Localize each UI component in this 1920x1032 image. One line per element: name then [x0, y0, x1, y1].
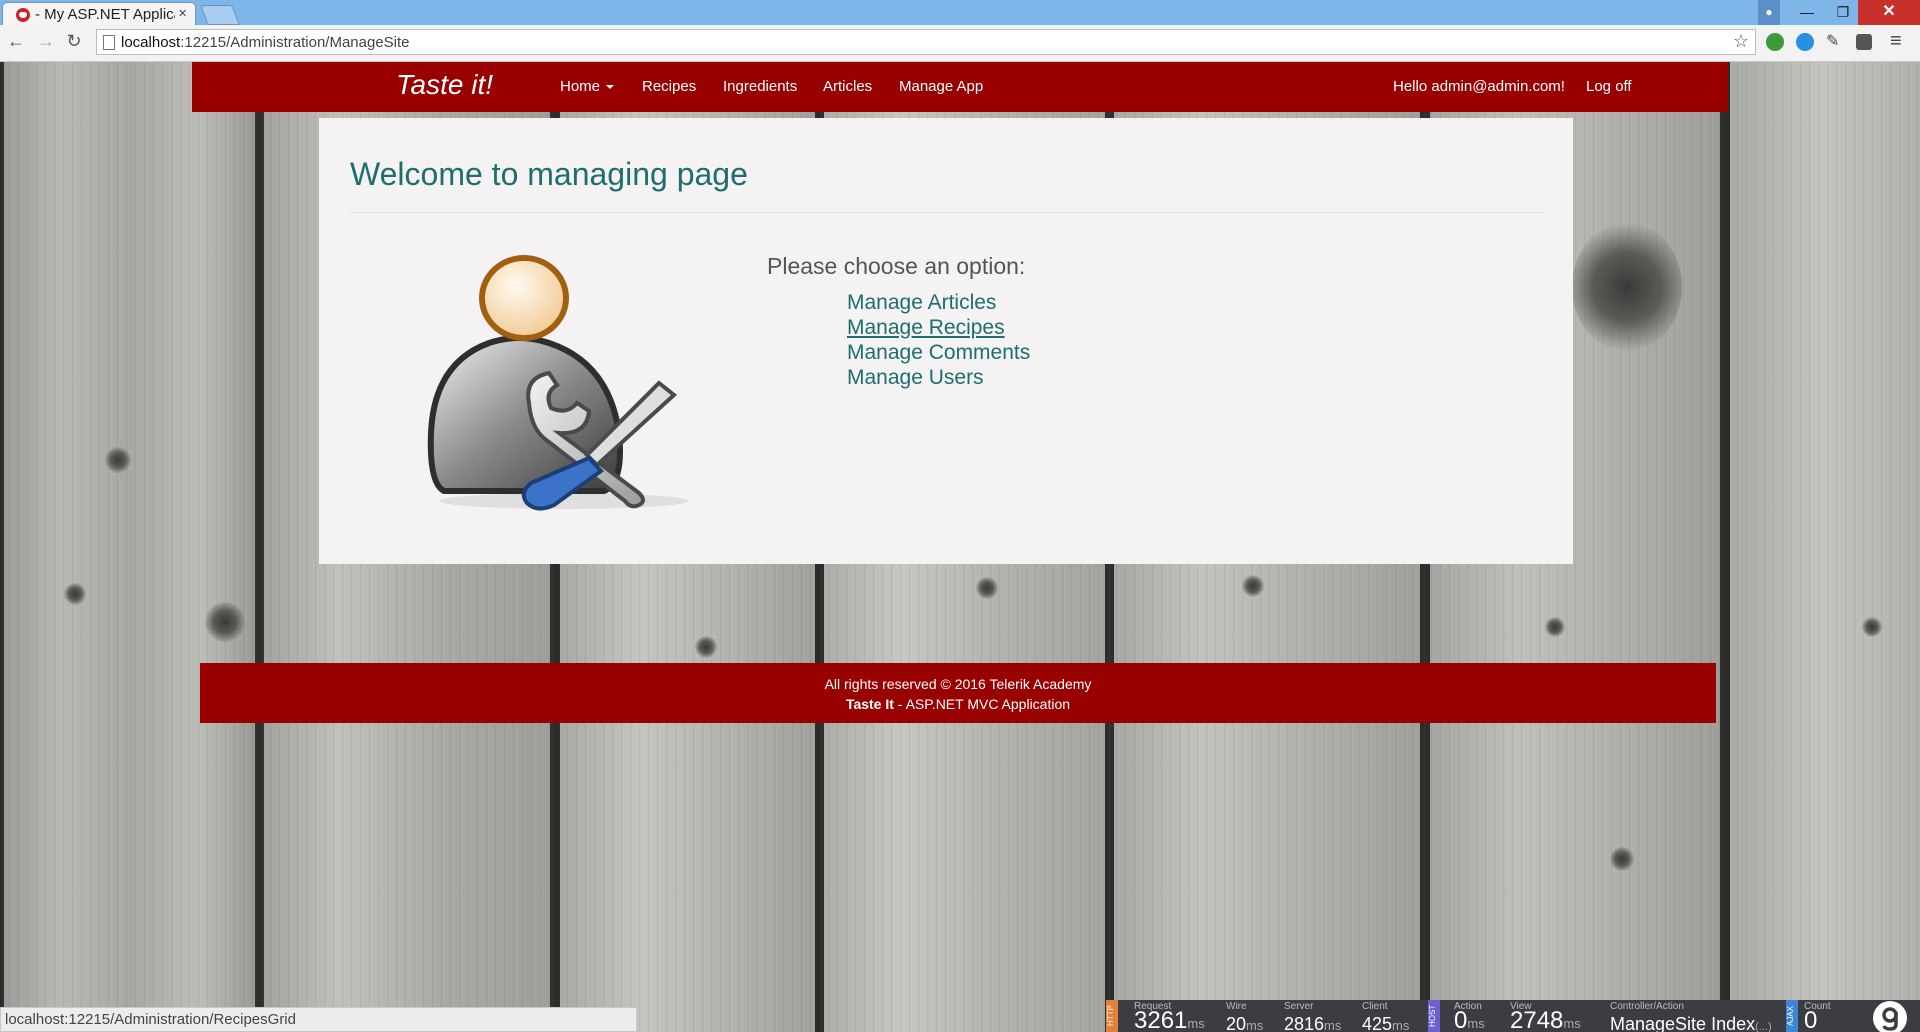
new-tab-button[interactable]	[200, 5, 240, 25]
hud-controller-label: Controller/Action	[1610, 1001, 1684, 1012]
tab-close-icon[interactable]: ×	[178, 5, 187, 22]
hud-view-value: 2748ms	[1510, 1009, 1581, 1032]
nav-recipes[interactable]: Recipes	[642, 78, 696, 95]
browser-tab[interactable]: - My ASP.NET Applica ×	[2, 2, 196, 25]
tab-title: - My ASP.NET Applica	[35, 6, 175, 23]
back-icon[interactable]: ←	[4, 31, 28, 52]
reload-icon[interactable]: ↻	[62, 31, 86, 52]
manage-recipes-link[interactable]: Manage Recipes	[847, 315, 1030, 340]
hud-action-unit: ms	[1467, 1016, 1485, 1031]
divider	[350, 212, 1544, 213]
hud-server-number: 2816	[1284, 1014, 1325, 1032]
extension-angular-icon[interactable]	[1856, 34, 1872, 50]
minimize-button[interactable]: —	[1790, 0, 1824, 25]
hud-action-number: 0	[1454, 1007, 1468, 1032]
hud-view-number: 2748	[1510, 1007, 1564, 1032]
caret-down-icon	[606, 85, 615, 90]
url-text: localhost:12215/Administration/ManageSit…	[121, 34, 410, 51]
hud-controller-text: ManageSite Index	[1610, 1014, 1756, 1032]
chrome-menu-icon[interactable]: ≡	[1890, 30, 1902, 53]
extension-blue-icon[interactable]	[1796, 33, 1814, 51]
admin-tools-icon	[427, 255, 689, 511]
hud-controller-sub: (...)	[1755, 1021, 1772, 1032]
nav-home-label: Home	[560, 78, 601, 95]
hud-server-value: 2816ms	[1284, 1014, 1341, 1032]
wood-knot	[64, 583, 86, 605]
hud-action-value: 0ms	[1454, 1009, 1485, 1032]
hud-client-label: Client	[1362, 1001, 1388, 1012]
site-navbar: Taste it! Home Recipes Ingredients Artic…	[192, 62, 1728, 112]
address-bar[interactable]: localhost:12215/Administration/ManageSit…	[96, 29, 1756, 55]
hud-server-unit: ms	[1324, 1018, 1342, 1032]
nav-log-off[interactable]: Log off	[1586, 78, 1632, 95]
wood-knot	[1610, 847, 1634, 871]
page-title: Welcome to managing page	[350, 156, 748, 192]
hud-wire-number: 20	[1226, 1014, 1247, 1032]
wood-knot	[1545, 617, 1565, 637]
status-bar-url: localhost:12215/Administration/RecipesGr…	[0, 1007, 637, 1032]
glimpse-logo-icon[interactable]	[1866, 1000, 1910, 1032]
hud-count-value: 0	[1804, 1007, 1818, 1032]
wood-knot	[105, 447, 131, 473]
manage-comments-link[interactable]: Manage Comments	[847, 340, 1030, 365]
bookmark-star-icon[interactable]: ☆	[1733, 31, 1749, 52]
hud-client-number: 425	[1362, 1014, 1393, 1032]
hud-http-tag: HTTP	[1106, 1000, 1118, 1032]
manage-users-link[interactable]: Manage Users	[847, 365, 1030, 390]
nav-manage-app[interactable]: Manage App	[899, 78, 983, 95]
footer-app-line: Taste It - ASP.NET MVC Application	[200, 696, 1716, 712]
wood-knot	[1242, 575, 1264, 597]
wood-knot	[205, 602, 245, 642]
page-viewport: Taste it! Home Recipes Ingredients Artic…	[0, 62, 1920, 1032]
footer-brand: Taste It	[845, 696, 894, 712]
hud-controller-value: ManageSite Index(...)	[1610, 1014, 1772, 1032]
hud-wire-label: Wire	[1226, 1001, 1247, 1012]
hud-ajax-tag: AJAX	[1786, 1000, 1798, 1032]
extension-eyedropper-icon[interactable]: ✎	[1826, 31, 1844, 50]
site-footer: All rights reserved © 2016 Telerik Acade…	[200, 663, 1716, 723]
choose-option-label: Please choose an option:	[767, 253, 1026, 279]
browser-titlebar: - My ASP.NET Applica × ● — ❐ ✕	[0, 0, 1920, 25]
hud-request-number: 3261	[1134, 1007, 1188, 1032]
manage-articles-link[interactable]: Manage Articles	[847, 290, 1030, 315]
hud-request-value: 3261ms	[1134, 1009, 1205, 1032]
footer-app-text: - ASP.NET MVC Application	[893, 696, 1071, 712]
nav-home-dropdown[interactable]: Home	[560, 78, 615, 95]
hud-host-tag: HOST	[1428, 1000, 1440, 1032]
hud-wire-value: 20ms	[1226, 1014, 1263, 1032]
site-brand[interactable]: Taste it!	[396, 69, 493, 101]
footer-copyright: All rights reserved © 2016 Telerik Acade…	[824, 676, 1092, 692]
hud-wire-unit: ms	[1246, 1018, 1264, 1032]
wood-knot	[1862, 617, 1882, 637]
tab-favicon-icon	[16, 8, 30, 22]
wood-knot	[695, 636, 717, 658]
glimpse-hud[interactable]: HTTP Request 3261ms Wire 20ms Server 281…	[1106, 1000, 1920, 1032]
maximize-button[interactable]: ❐	[1826, 0, 1860, 25]
hud-view-unit: ms	[1563, 1016, 1581, 1031]
forward-icon[interactable]: →	[34, 31, 58, 52]
extension-globe-icon[interactable]	[1766, 33, 1784, 51]
close-window-button[interactable]: ✕	[1858, 0, 1920, 25]
page-icon	[103, 35, 115, 50]
hud-client-unit: ms	[1392, 1018, 1410, 1032]
hud-client-value: 425ms	[1362, 1014, 1409, 1032]
nav-ingredients[interactable]: Ingredients	[723, 78, 797, 95]
browser-toolbar: ← → ↻ localhost:12215/Administration/Man…	[0, 25, 1920, 62]
manage-options-list: Manage Articles Manage Recipes Manage Co…	[847, 290, 1030, 390]
url-host: localhost	[121, 34, 181, 51]
wood-knot	[976, 577, 998, 599]
wood-knot	[1572, 222, 1682, 352]
hud-request-unit: ms	[1187, 1016, 1205, 1031]
url-path: :12215/Administration/ManageSite	[180, 34, 410, 51]
nav-articles[interactable]: Articles	[823, 78, 872, 95]
hud-server-label: Server	[1284, 1001, 1314, 1012]
profile-icon[interactable]: ●	[1758, 0, 1780, 25]
nav-user-greeting[interactable]: Hello admin@admin.com!	[1393, 78, 1565, 95]
main-panel: Welcome to managing page Please choose a…	[319, 118, 1573, 564]
